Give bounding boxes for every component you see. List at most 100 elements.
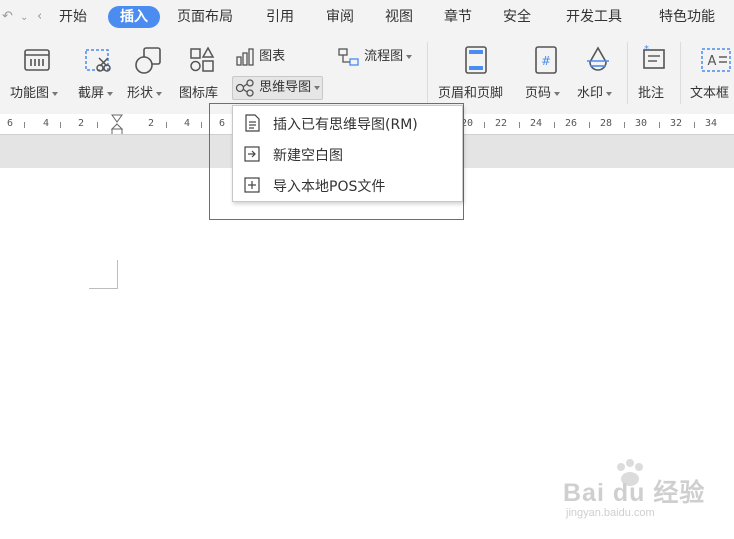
chevron-down-icon (156, 91, 163, 96)
insert-file-icon (245, 114, 260, 132)
textbox-label: 文本框 (690, 86, 730, 101)
tab-home[interactable]: 开始 (59, 6, 87, 28)
header-footer-label: 页眉和页脚 (438, 86, 504, 101)
menu-item-insert-existing-mindmap[interactable]: 插入已有思维导图(RM) (233, 108, 462, 138)
divider (627, 42, 628, 104)
chevron-down-icon (52, 91, 59, 96)
ruler-tick (624, 122, 625, 128)
chart-button[interactable]: 图表 (235, 46, 285, 68)
function-chart-button[interactable]: 功能图 (6, 42, 66, 102)
ruler-tick (519, 122, 520, 128)
ruler-tick (589, 122, 590, 128)
shapes-icon (135, 47, 161, 74)
screenshot-button[interactable]: 截屏 (74, 42, 120, 102)
tab-page-layout[interactable]: 页面布局 (177, 6, 233, 28)
screenshot-label: 截屏 (78, 86, 105, 101)
chevron-down-icon (406, 54, 413, 59)
mindmap-label: 思维导图 (259, 80, 312, 95)
icon-library-button[interactable]: 图标库 (176, 42, 228, 102)
ruler-tick (484, 122, 485, 128)
screenshot-icon (85, 49, 111, 72)
function-chart-icon (24, 49, 50, 71)
watermark-label: 水印 (577, 86, 604, 101)
ruler-label: 28 (600, 118, 613, 129)
chevron-down-icon (314, 85, 321, 90)
watermark-url: jingyan.baidu.com (566, 507, 655, 519)
indent-marker-icon[interactable] (111, 114, 123, 135)
textbox-button[interactable]: A 文本框 (686, 42, 734, 102)
tab-references[interactable]: 引用 (266, 6, 294, 28)
ruler-tick (201, 122, 202, 128)
ruler-label: 22 (495, 118, 508, 129)
ruler-label: 32 (670, 118, 683, 129)
ruler-label: 30 (635, 118, 648, 129)
tab-developer-tools[interactable]: 开发工具 (566, 6, 622, 28)
back-icon[interactable]: ‹ (37, 9, 42, 24)
svg-text:*: * (644, 44, 649, 55)
header-footer-button[interactable]: 页眉和页脚 (436, 42, 516, 102)
ruler-label: 2 (148, 118, 155, 129)
icon-library-icon (190, 46, 215, 72)
watermark-button[interactable]: 水印 (574, 42, 622, 102)
page-number-icon: # (535, 46, 557, 74)
svg-text:A: A (708, 54, 717, 69)
menu-item-label: 插入已有思维导图(RM) (273, 117, 418, 133)
header-footer-icon (465, 46, 487, 74)
flowchart-button[interactable]: 流程图 (338, 46, 413, 68)
mindmap-icon (235, 78, 254, 97)
flowchart-label: 流程图 (364, 49, 404, 64)
ribbon-toolbar: 功能图 截屏 形状 图标库 图表 思维导图 流程图 页眉和页脚 # 页码 水印 … (0, 34, 734, 114)
menu-item-label: 导入本地POS文件 (273, 179, 386, 195)
comment-icon: * (643, 44, 665, 69)
watermark-logo-text: Bai du 经验 (563, 479, 706, 507)
function-chart-label: 功能图 (10, 86, 50, 101)
ruler-label: 24 (530, 118, 543, 129)
ruler-label: 4 (43, 118, 50, 129)
bar-chart-icon (236, 47, 254, 66)
tab-special-features[interactable]: 特色功能 (659, 6, 715, 28)
tab-insert[interactable]: 插入 (108, 6, 160, 28)
ruler-label: 34 (705, 118, 718, 129)
new-blank-icon (244, 146, 260, 162)
mindmap-button[interactable]: 思维导图 (232, 76, 324, 100)
ruler-tick (554, 122, 555, 128)
tab-security[interactable]: 安全 (503, 6, 531, 28)
divider (680, 42, 681, 104)
comment-button[interactable]: * 批注 (632, 42, 676, 102)
comment-label: 批注 (638, 86, 665, 101)
textbox-icon: A (701, 48, 731, 72)
tab-chapter[interactable]: 章节 (444, 6, 472, 28)
ruler-label: 26 (565, 118, 578, 129)
undo-icon[interactable]: ↶ (2, 9, 13, 24)
ruler-tick (694, 122, 695, 128)
chevron-down-icon (107, 91, 114, 96)
ruler-label: 6 (7, 118, 14, 129)
ruler-tick (166, 122, 167, 128)
svg-text:#: # (541, 54, 551, 68)
import-plus-icon (244, 177, 260, 193)
ruler-tick (60, 122, 61, 128)
chevron-down-icon (554, 91, 561, 96)
chevron-down-icon (606, 91, 613, 96)
ruler-tick (24, 122, 25, 128)
menu-item-new-blank[interactable]: 新建空白图 (233, 139, 462, 169)
page-number-label: 页码 (525, 86, 552, 101)
menu-item-import-pos[interactable]: 导入本地POS文件 (233, 170, 462, 200)
page-number-button[interactable]: # 页码 (522, 42, 570, 102)
menu-bar: ↶ ⌄ ‹ 开始 插入 页面布局 引用 审阅 视图 章节 安全 开发工具 特色功… (0, 0, 734, 34)
flowchart-icon (338, 47, 359, 66)
page-corner-marker (89, 260, 118, 289)
chart-label: 图表 (259, 49, 286, 64)
ruler-tick (659, 122, 660, 128)
mindmap-dropdown-menu: 插入已有思维导图(RM) 新建空白图 导入本地POS文件 (232, 105, 463, 202)
ruler-tick (97, 122, 98, 128)
undo-dropdown-icon[interactable]: ⌄ (20, 12, 28, 23)
menu-item-label: 新建空白图 (273, 148, 343, 164)
ruler-label: 2 (78, 118, 85, 129)
shapes-label: 形状 (127, 86, 154, 101)
icon-library-label: 图标库 (179, 86, 219, 101)
tab-review[interactable]: 审阅 (326, 6, 354, 28)
watermark-icon (587, 46, 609, 71)
tab-view[interactable]: 视图 (385, 6, 413, 28)
shapes-button[interactable]: 形状 (124, 42, 172, 102)
